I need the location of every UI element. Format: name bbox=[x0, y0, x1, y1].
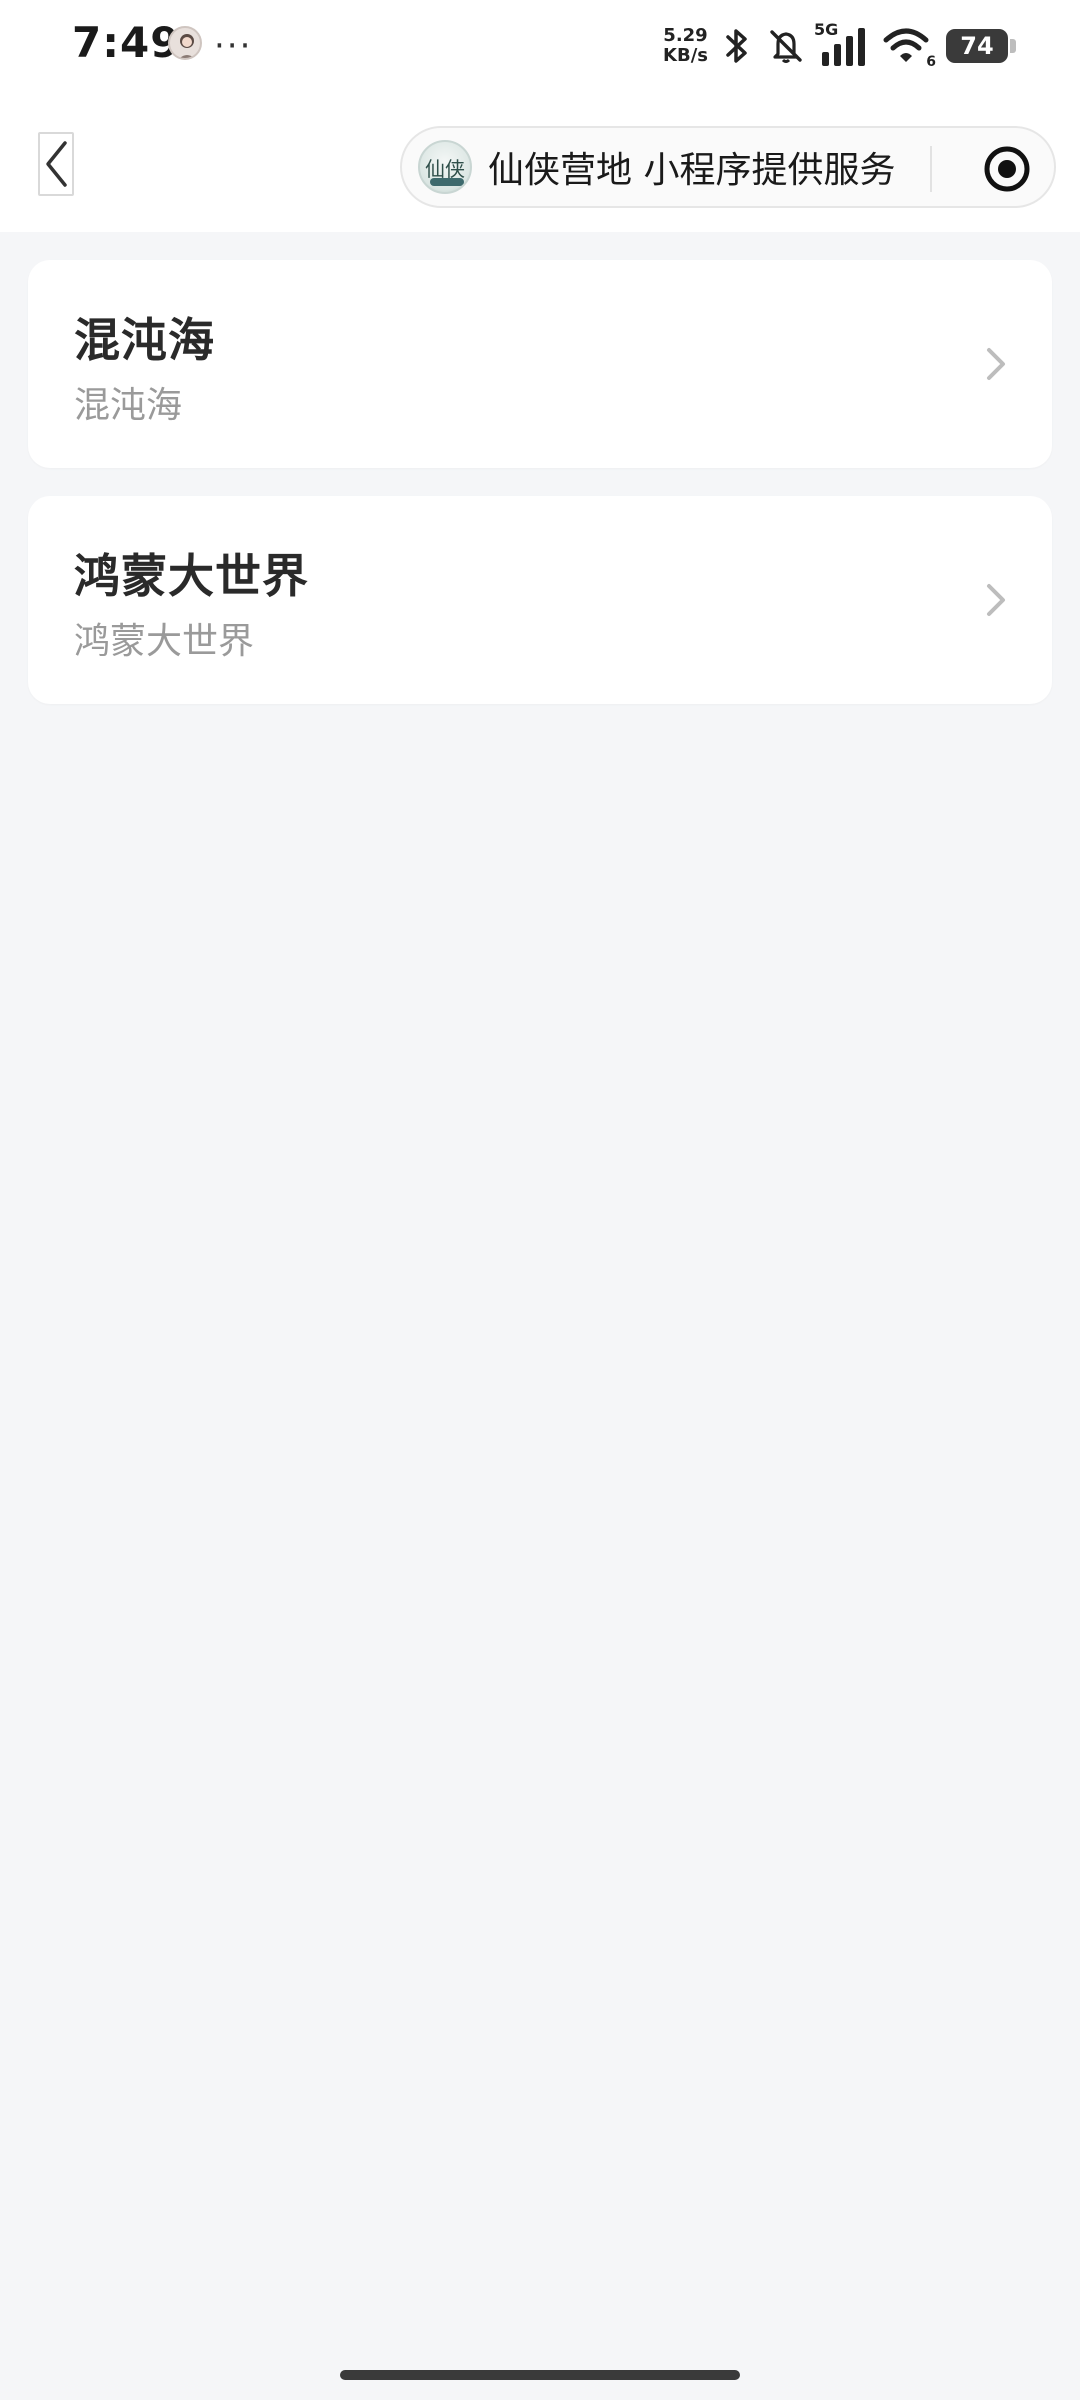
chevron-left-icon bbox=[46, 141, 67, 187]
app-logo[interactable]: 仙侠 bbox=[418, 140, 472, 194]
battery-icon: 74 bbox=[946, 29, 1016, 63]
wifi-status: 6 bbox=[882, 24, 936, 70]
network-speed-value: 5.29 bbox=[663, 25, 708, 46]
chevron-right-icon bbox=[987, 584, 1005, 616]
home-indicator[interactable] bbox=[340, 2370, 740, 2380]
bluetooth-icon bbox=[726, 29, 747, 63]
app-logo-text: 仙侠 bbox=[425, 156, 465, 181]
target-icon bbox=[984, 146, 1030, 192]
list-item[interactable]: 鸿蒙大世界 鸿蒙大世界 bbox=[28, 496, 1052, 704]
notification-avatar-icon bbox=[168, 26, 202, 60]
back-button[interactable] bbox=[38, 132, 74, 196]
capsule-action-button[interactable] bbox=[982, 144, 1032, 194]
status-time: 7:49 bbox=[72, 18, 181, 67]
list-item-title: 混沌海 bbox=[74, 313, 215, 367]
status-icons: 5.29 KB/s 5G 6 74 bbox=[663, 20, 1016, 70]
network-speed-unit: KB/s bbox=[663, 45, 708, 66]
network-speed: 5.29 KB/s bbox=[663, 26, 708, 66]
network-type-label: 5G bbox=[814, 20, 839, 39]
list-item-title: 鸿蒙大世界 bbox=[74, 549, 309, 603]
nav-bar: 仙侠 仙侠营地 小程序提供服务 bbox=[0, 90, 1080, 232]
capsule-title[interactable]: 仙侠营地 小程序提供服务 bbox=[488, 141, 895, 193]
list-item[interactable]: 混沌海 混沌海 bbox=[28, 260, 1052, 468]
capsule-divider bbox=[930, 146, 932, 192]
bell-off-icon bbox=[770, 30, 802, 63]
list-item-subtitle: 混沌海 bbox=[74, 385, 183, 426]
list-item-subtitle: 鸿蒙大世界 bbox=[74, 621, 255, 662]
status-bar: 7:49 ··· 5.29 KB/s 5G 6 74 bbox=[0, 0, 1080, 90]
world-list: 混沌海 混沌海 鸿蒙大世界 鸿蒙大世界 bbox=[28, 260, 1052, 732]
chevron-right-icon bbox=[987, 348, 1005, 380]
wifi-standard-label: 6 bbox=[926, 54, 936, 70]
cellular-signal: 5G bbox=[814, 20, 870, 68]
mini-program-capsule: 仙侠 仙侠营地 小程序提供服务 bbox=[400, 126, 1056, 208]
more-notifications-icon: ··· bbox=[214, 26, 253, 66]
battery-level: 74 bbox=[960, 32, 994, 60]
